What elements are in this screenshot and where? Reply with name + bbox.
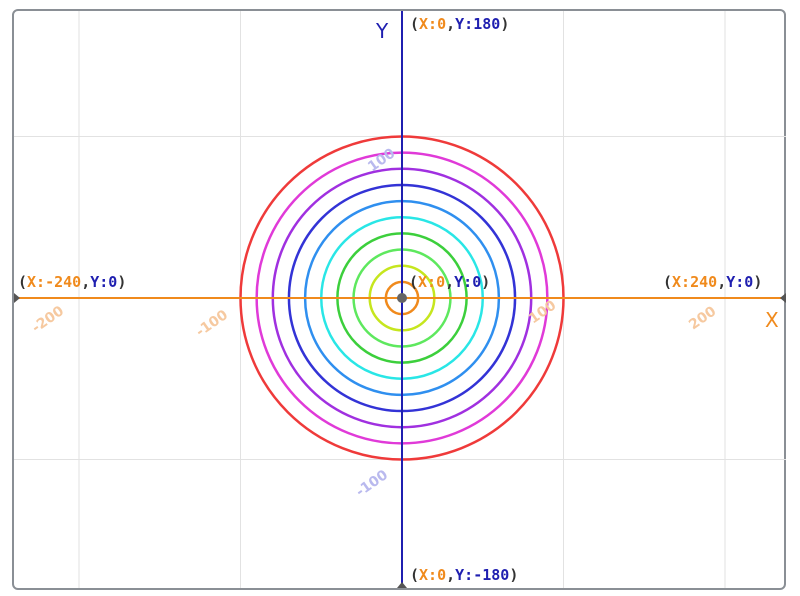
top-coordinate-label: (X:0,Y:180): [410, 15, 509, 33]
x-tick-label: -200: [29, 303, 67, 336]
origin-coordinate-label: (X:0,Y:0): [409, 273, 490, 291]
right-coordinate-label: (X:240,Y:0): [663, 273, 762, 291]
bottom-coordinate-label: (X:0,Y:-180): [410, 566, 518, 584]
left-coordinate-label: (X:-240,Y:0): [18, 273, 126, 291]
coordinate-stage: Y X (X:0,Y:180) (X:0,Y:-180) (X:-240,Y:0…: [14, 11, 786, 588]
origin-dot: [397, 293, 407, 303]
y-tick-label: -100: [353, 467, 391, 500]
x-axis-left-marker: [14, 293, 20, 303]
y-axis-name: Y: [375, 19, 389, 43]
x-tick-label: 200: [686, 303, 719, 333]
y-axis-bottom-marker: [397, 582, 407, 588]
x-axis-name: X: [765, 308, 779, 332]
x-tick-label: -100: [193, 307, 231, 340]
x-axis-right-marker: [780, 293, 786, 303]
